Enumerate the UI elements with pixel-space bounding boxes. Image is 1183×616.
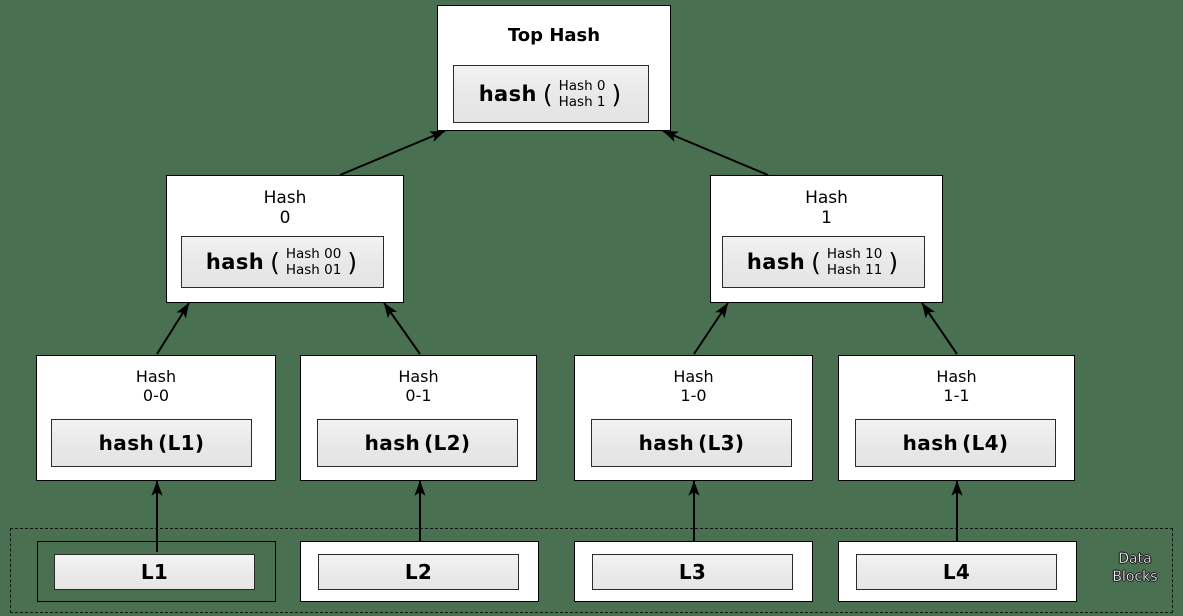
top-hash-open-paren: ( xyxy=(542,79,553,109)
node-hash-1-title: Hash 1 xyxy=(805,188,848,228)
node-hash-1-1-title: Hash 1-1 xyxy=(936,367,977,405)
hash-1-open-paren: ( xyxy=(811,247,821,277)
hash-1-1-fn: hash xyxy=(902,431,959,455)
hash-1-0-fn: hash xyxy=(638,431,695,455)
edge-hash1-to-top xyxy=(662,130,769,176)
node-hash-1-1-expression: hash (L4) xyxy=(855,419,1056,467)
node-hash-0-0-title: Hash 0-0 xyxy=(135,367,177,405)
top-hash-arg-0: Hash 0 xyxy=(558,77,606,94)
hash-0-arg-1: Hash 01 xyxy=(285,262,342,278)
node-top-hash-expression: hash ( Hash 0 Hash 1 ) xyxy=(453,65,649,123)
data-block-l1-label-box: L1 xyxy=(54,554,255,590)
hash-0-0-fn: hash xyxy=(98,431,155,455)
hash-0-1-fn: hash xyxy=(364,431,421,455)
node-hash-0-1[interactable]: Hash 0-1 hash (L2) xyxy=(300,355,537,481)
top-hash-close-paren: ) xyxy=(611,79,622,109)
hash-1-1-arg: (L4) xyxy=(962,431,1009,455)
merkle-tree-diagram: Top Hash hash ( Hash 0 Hash 1 ) Hash 0 h… xyxy=(0,0,1183,616)
top-hash-arg-1: Hash 1 xyxy=(558,94,606,110)
node-hash-1-0[interactable]: Hash 1-0 hash (L3) xyxy=(574,355,813,481)
edge-hash11-to-hash1 xyxy=(921,302,958,355)
hash-0-open-paren: ( xyxy=(270,247,280,277)
hash-0-1-arg: (L2) xyxy=(424,431,471,455)
data-blocks-label: Data Blocks xyxy=(1112,551,1158,585)
node-hash-1[interactable]: Hash 1 hash ( Hash 10 Hash 11 ) xyxy=(710,175,943,303)
edge-hash10-to-hash1 xyxy=(693,302,729,355)
hash-0-fn: hash xyxy=(205,250,265,274)
hash-0-0-arg: (L1) xyxy=(158,431,205,455)
node-top-hash-title: Top Hash xyxy=(507,25,601,46)
node-top-hash[interactable]: Top Hash hash ( Hash 0 Hash 1 ) xyxy=(437,5,671,131)
edge-hash0-to-top xyxy=(339,130,446,176)
hash-1-arg-0: Hash 10 xyxy=(826,245,883,262)
node-hash-0-expression: hash ( Hash 00 Hash 01 ) xyxy=(181,236,384,288)
data-block-l3-label-box: L3 xyxy=(592,554,793,590)
node-hash-0-0-expression: hash (L1) xyxy=(51,419,252,467)
data-block-l1-label: L1 xyxy=(140,560,169,584)
node-hash-0[interactable]: Hash 0 hash ( Hash 00 Hash 01 ) xyxy=(166,175,404,303)
node-hash-1-expression: hash ( Hash 10 Hash 11 ) xyxy=(722,236,925,288)
node-hash-0-0[interactable]: Hash 0-0 hash (L1) xyxy=(36,355,276,481)
node-hash-1-1[interactable]: Hash 1-1 hash (L4) xyxy=(838,355,1075,481)
edge-hash01-to-hash0 xyxy=(383,302,421,355)
node-hash-0-title: Hash 0 xyxy=(263,188,307,228)
data-block-l3-label: L3 xyxy=(678,560,707,584)
hash-1-close-paren: ) xyxy=(888,247,899,277)
node-hash-0-1-expression: hash (L2) xyxy=(317,419,518,467)
node-hash-0-1-title: Hash 0-1 xyxy=(398,367,439,405)
data-block-l1[interactable]: L1 xyxy=(37,541,276,602)
hash-1-0-arg: (L3) xyxy=(698,431,745,455)
hash-0-arg-0: Hash 00 xyxy=(285,245,342,262)
data-block-l2[interactable]: L2 xyxy=(300,541,539,602)
hash-1-arg-1: Hash 11 xyxy=(826,262,883,278)
data-block-l4-label: L4 xyxy=(942,560,971,584)
hash-1-fn: hash xyxy=(746,250,806,274)
data-block-l4[interactable]: L4 xyxy=(838,541,1077,602)
hash-0-close-paren: ) xyxy=(347,247,358,277)
data-block-l4-label-box: L4 xyxy=(856,554,1057,590)
data-block-l2-label: L2 xyxy=(404,560,433,584)
edge-hash00-to-hash0 xyxy=(156,302,190,355)
data-block-l2-label-box: L2 xyxy=(318,554,519,590)
data-block-l3[interactable]: L3 xyxy=(574,541,813,602)
top-hash-fn: hash xyxy=(478,82,537,106)
node-hash-1-0-expression: hash (L3) xyxy=(591,419,792,467)
node-hash-1-0-title: Hash 1-0 xyxy=(673,367,714,405)
